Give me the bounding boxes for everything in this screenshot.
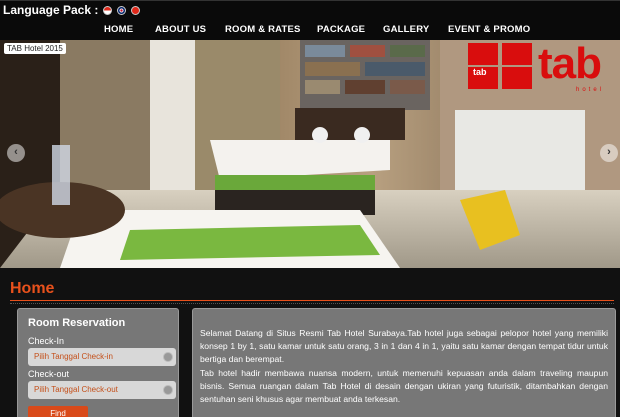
uk-flag-icon[interactable] — [117, 5, 127, 15]
title-divider — [10, 300, 614, 301]
chevron-right-icon[interactable]: › — [600, 144, 618, 162]
nav-room-rates[interactable]: ROOM & RATES — [225, 24, 301, 35]
main-content: Home Room Reservation Check-In Pilih Tan… — [0, 268, 620, 417]
checkout-date-input[interactable]: Pilih Tanggal Check-out — [28, 381, 176, 399]
dotted-divider — [10, 303, 614, 306]
description-paragraph-1: Selamat Datang di Situs Resmi Tab Hotel … — [200, 328, 608, 365]
main-nav: HOME ABOUT US ROOM & RATES PACKAGE GALLE… — [0, 24, 620, 38]
calendar-icon[interactable] — [163, 352, 173, 362]
checkin-placeholder: Pilih Tanggal Check-in — [34, 352, 114, 361]
checkin-label: Check-In — [28, 336, 65, 346]
chevron-left-icon[interactable]: ‹ — [7, 144, 25, 162]
description-paragraph-2: Tab hotel hadir membawa nuansa modern, u… — [200, 367, 608, 405]
nav-about-us[interactable]: ABOUT US — [155, 24, 206, 35]
find-button[interactable]: Find — [28, 406, 88, 417]
checkin-date-input[interactable]: Pilih Tanggal Check-in — [28, 348, 176, 366]
language-pack: Language Pack : — [3, 3, 141, 17]
welcome-description: Selamat Datang di Situs Resmi Tab Hotel … — [192, 308, 616, 417]
nav-home[interactable]: HOME — [104, 24, 133, 35]
indonesia-flag-icon[interactable] — [103, 5, 113, 15]
reservation-title: Room Reservation — [28, 317, 126, 329]
checkout-label: Check-out — [28, 369, 70, 379]
tab-hotel-logo: tab tab hotel — [468, 40, 618, 95]
checkout-placeholder: Pilih Tanggal Check-out — [34, 385, 118, 394]
nav-event-promo[interactable]: EVENT & PROMO — [448, 24, 530, 35]
top-bar: Language Pack : HOME ABOUT US ROOM & RAT… — [0, 0, 620, 40]
calendar-icon[interactable] — [163, 385, 173, 395]
page-title: Home — [10, 280, 55, 297]
hero-slider[interactable]: TAB Hotel 2015 ‹ › tab tab hotel — [0, 40, 620, 268]
nav-gallery[interactable]: GALLERY — [383, 24, 429, 35]
room-reservation-panel: Room Reservation Check-In Pilih Tanggal … — [17, 308, 179, 417]
slide-caption: TAB Hotel 2015 — [4, 43, 66, 54]
language-label: Language Pack : — [3, 3, 99, 17]
japan-flag-icon[interactable] — [131, 5, 141, 15]
nav-package[interactable]: PACKAGE — [317, 24, 365, 35]
